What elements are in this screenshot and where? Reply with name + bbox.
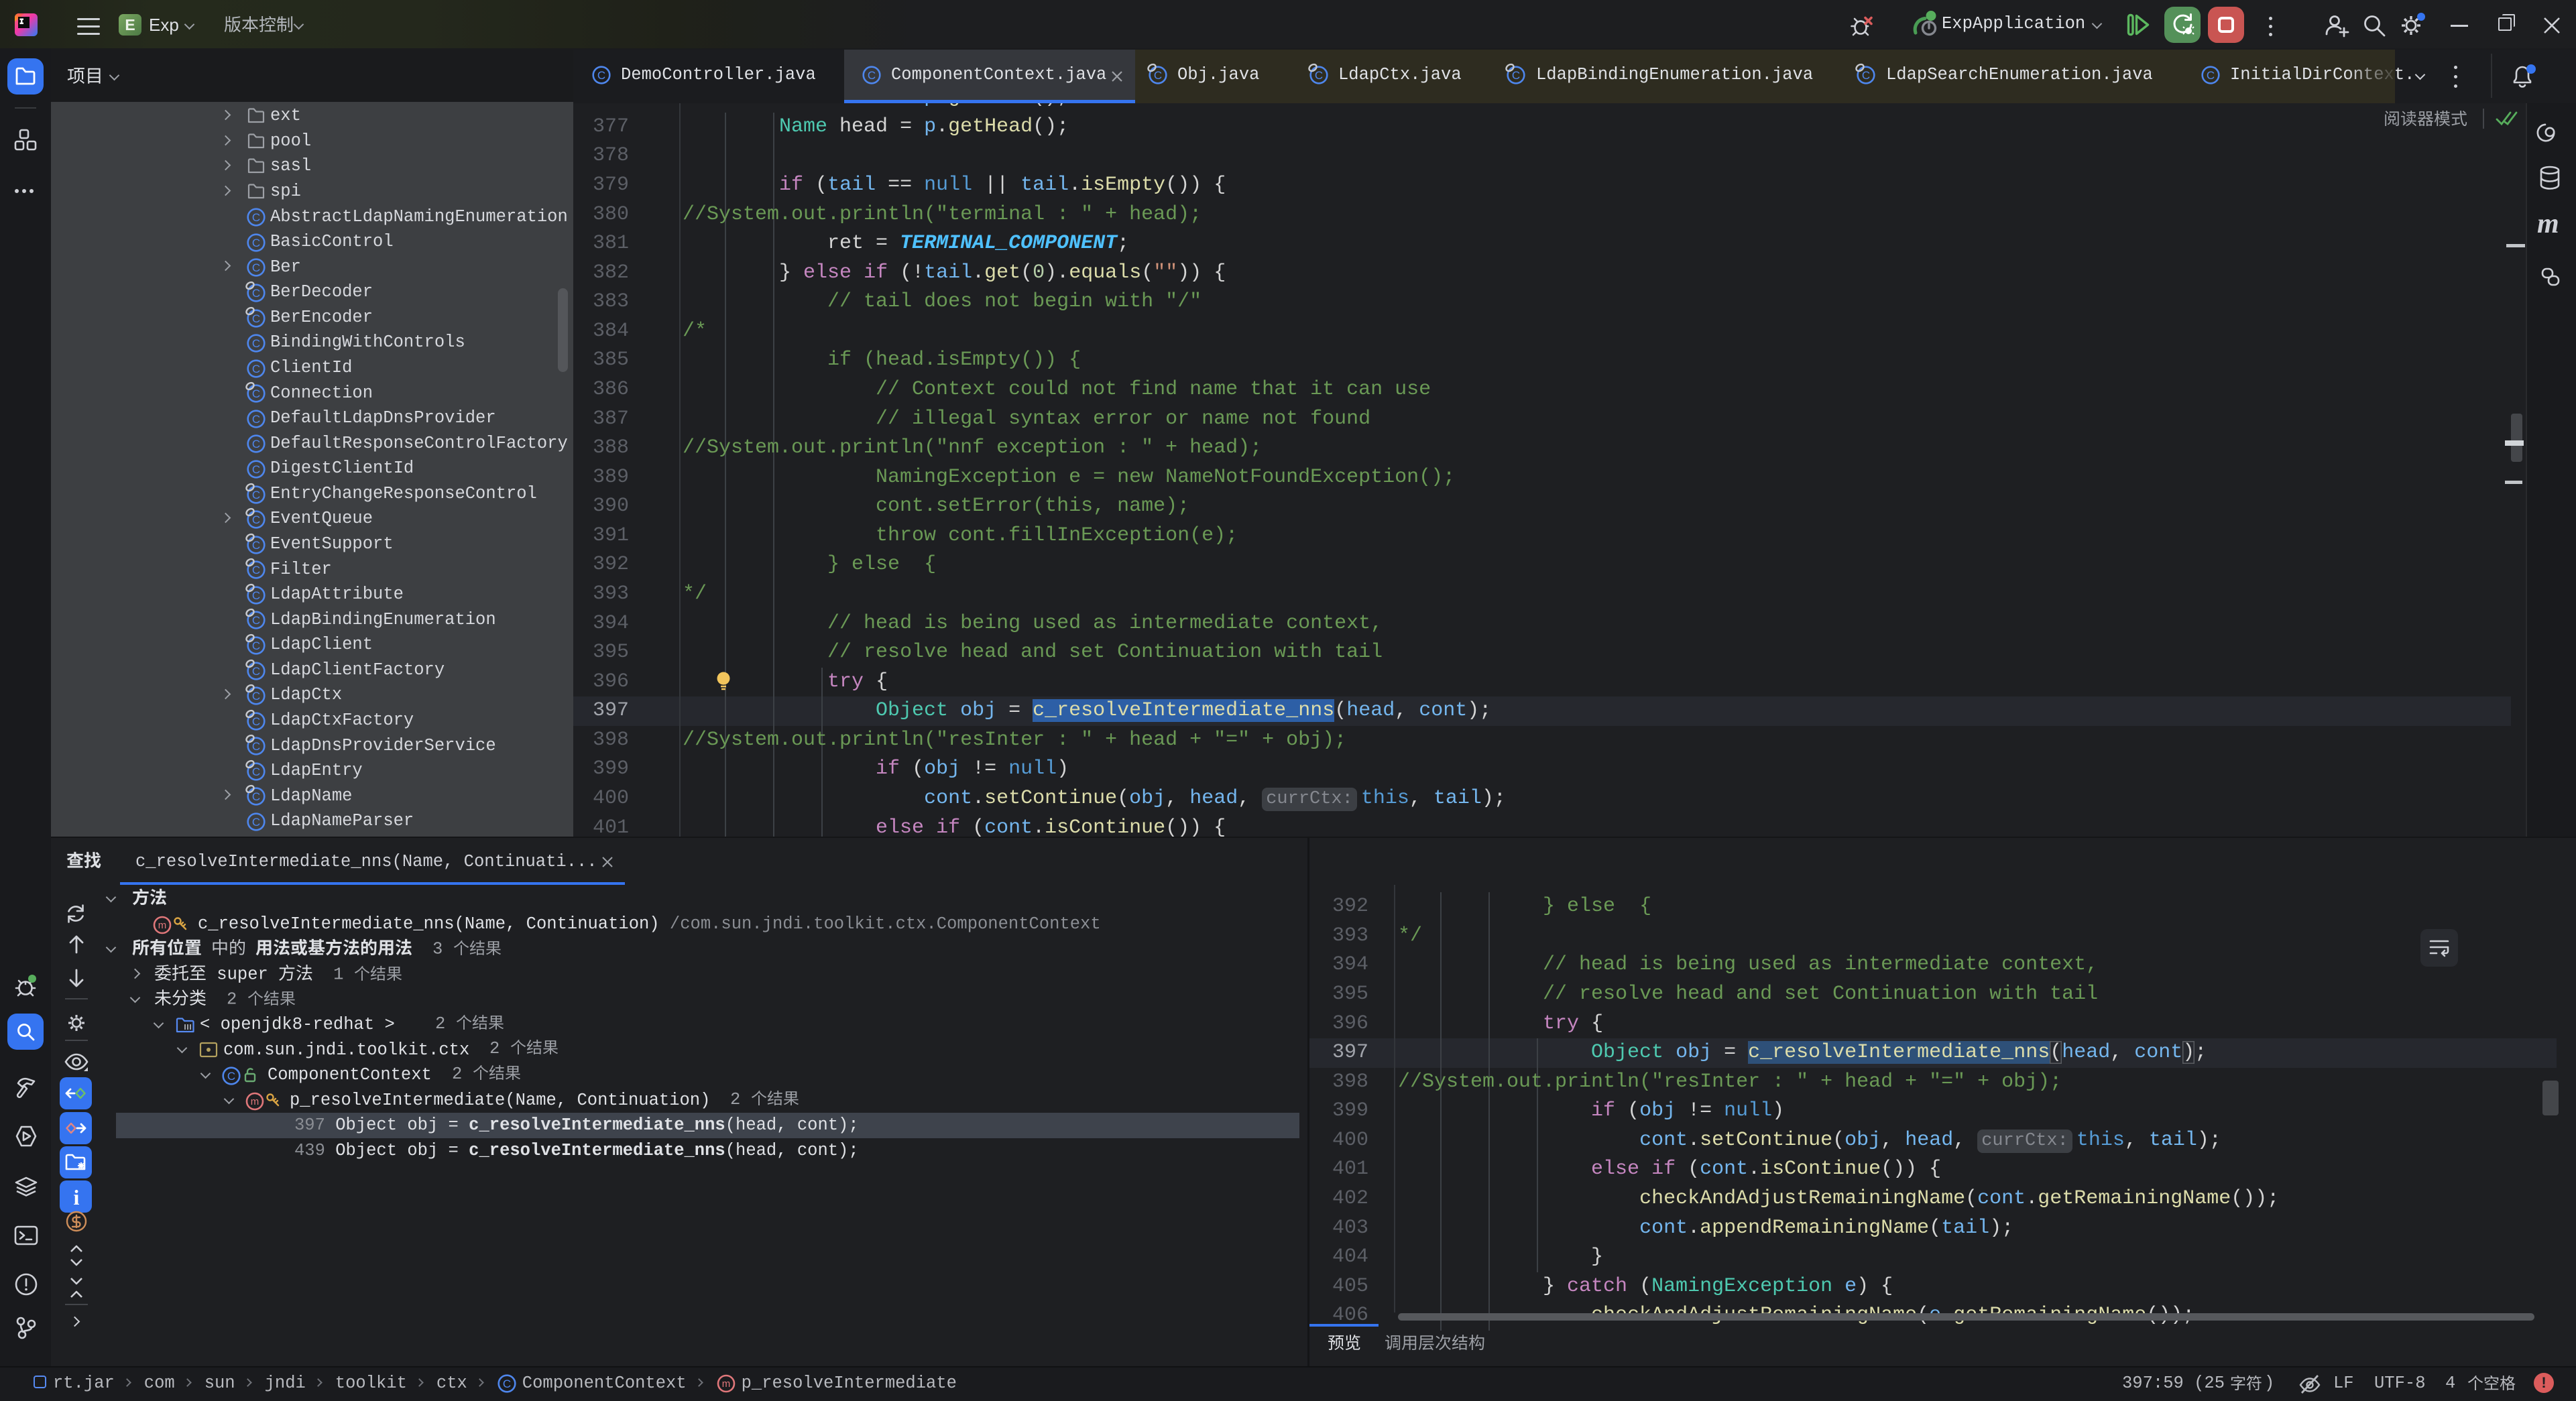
svg-text:C: C (252, 237, 260, 249)
svg-text:C: C (252, 463, 260, 476)
svg-text:C: C (2207, 69, 2215, 82)
svg-text:C: C (252, 287, 260, 300)
svg-text:C: C (1315, 69, 1323, 82)
svg-text:m: m (721, 1378, 730, 1390)
svg-text:C: C (252, 589, 260, 602)
svg-text:C: C (868, 69, 876, 82)
svg-text:C: C (252, 261, 260, 274)
svg-text:C: C (252, 489, 260, 501)
svg-text:C: C (252, 312, 260, 325)
svg-text:C: C (252, 363, 260, 375)
svg-text:C: C (252, 438, 260, 450)
svg-text:C: C (252, 413, 260, 426)
svg-text:C: C (597, 69, 605, 82)
svg-text:C: C (252, 539, 260, 552)
svg-text:C: C (1862, 69, 1870, 82)
svg-text:m: m (251, 1096, 259, 1107)
svg-text:C: C (252, 665, 260, 678)
svg-text:C: C (252, 816, 260, 829)
svg-text:C: C (252, 740, 260, 753)
svg-text:C: C (252, 337, 260, 350)
svg-text:C: C (252, 766, 260, 778)
svg-text:C: C (503, 1378, 511, 1390)
svg-text:m: m (158, 920, 167, 931)
svg-text:C: C (227, 1070, 235, 1083)
svg-text:C: C (252, 790, 260, 803)
svg-text:C: C (252, 690, 260, 703)
svg-text:C: C (252, 513, 260, 526)
svg-text:C: C (1154, 69, 1162, 82)
svg-text:C: C (252, 211, 260, 224)
svg-text:C: C (252, 715, 260, 728)
svg-text:C: C (252, 564, 260, 576)
svg-text:C: C (252, 387, 260, 400)
svg-text:C: C (1512, 69, 1520, 82)
svg-text:C: C (252, 639, 260, 652)
svg-text:C: C (252, 614, 260, 627)
